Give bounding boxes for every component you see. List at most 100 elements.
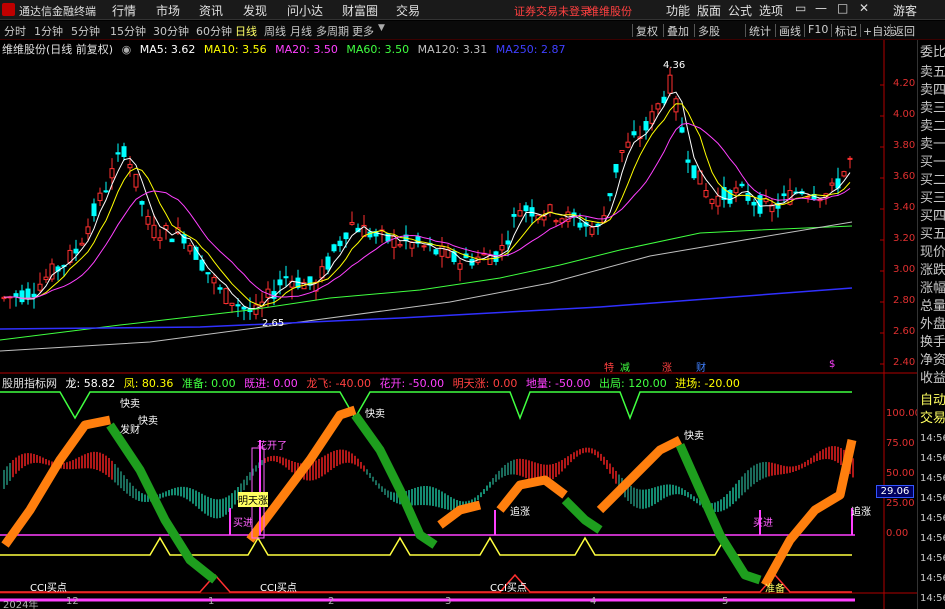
menu-gongneng[interactable]: 功能 <box>666 2 690 19</box>
menu-faxian[interactable]: 发现 <box>243 2 267 19</box>
candle-body <box>751 201 757 206</box>
ma250-label: MA250: 2.87 <box>495 43 566 56</box>
toolbar-divider <box>775 24 776 37</box>
ind-feng: 凤: 80.36 <box>123 377 174 390</box>
auto-trade-label[interactable]: 自动 <box>920 394 945 408</box>
candle-body <box>577 222 583 228</box>
kline-chart[interactable] <box>0 40 917 609</box>
signal-cci-buy: CCI买点 <box>30 583 67 594</box>
ind-tick: 75.00 <box>886 438 915 449</box>
huaxian-button[interactable]: 画线 <box>779 23 801 39</box>
candle-body <box>589 226 595 235</box>
period-30min[interactable]: 30分钟 <box>153 23 189 39</box>
restore-icon[interactable]: — <box>815 1 827 15</box>
duogu-button[interactable]: 多股 <box>698 23 720 39</box>
x-tick: 2 <box>328 596 335 607</box>
menu-caifuquan[interactable]: 财富圈 <box>342 2 378 19</box>
quote-volume: 总量 <box>920 299 945 314</box>
event-marker-te[interactable]: 特 <box>604 359 614 374</box>
candle-body <box>709 198 715 204</box>
menu-hangqing[interactable]: 行情 <box>112 2 136 19</box>
candle-body <box>205 272 211 275</box>
ma10-label: MA10: 3.56 <box>203 43 267 56</box>
signal-kuaimai: 快卖 <box>120 399 140 410</box>
period-multi[interactable]: 多周期 <box>316 23 349 39</box>
candle-body <box>199 259 205 271</box>
signal-zhunbei: 准备 <box>765 584 785 595</box>
period-monthly[interactable]: 月线 <box>290 23 312 39</box>
menu-zixun[interactable]: 资讯 <box>199 2 223 19</box>
period-fenshi[interactable]: 分时 <box>4 23 26 39</box>
indicator-current-value: 29.06 <box>876 485 914 498</box>
signal-cci-buy: CCI买点 <box>260 583 297 594</box>
candle-body <box>43 276 49 281</box>
signal-zhuizhang: 追涨 <box>510 507 530 518</box>
signal-facai: 发财 <box>120 425 140 436</box>
price-tick: 2.60 <box>893 326 916 337</box>
close-icon[interactable]: ✕ <box>859 1 869 15</box>
period-5min[interactable]: 5分钟 <box>71 23 100 39</box>
trade-login-notice[interactable]: 证券交易未登录 <box>514 3 591 19</box>
event-marker-dollar[interactable]: $ <box>829 359 835 370</box>
trade-label[interactable]: 交易 <box>920 412 945 426</box>
toolbar-divider <box>632 24 633 37</box>
chart-area[interactable] <box>0 40 917 609</box>
event-marker-zhang[interactable]: 涨 <box>662 359 672 374</box>
candle-body <box>649 111 655 124</box>
indicator-legend: 股朋指标网 龙: 58.82 凤: 80.36 准备: 0.00 既进: 0.0… <box>2 375 745 391</box>
candle-body <box>127 163 133 169</box>
candle-body <box>499 245 505 251</box>
time-label: 14:56 <box>920 553 945 564</box>
candle-body <box>25 288 31 300</box>
toolbar-divider <box>890 24 891 37</box>
f10-button[interactable]: F10 <box>808 23 828 36</box>
menu-xuanxiang[interactable]: 选项 <box>759 2 783 19</box>
x-tick: 3 <box>445 596 452 607</box>
menu-gongshi[interactable]: 公式 <box>728 2 752 19</box>
biaoji-button[interactable]: 标记 <box>835 23 857 39</box>
menu-wenxiaoda[interactable]: 问小达 <box>287 2 323 19</box>
guest-label[interactable]: 游客 <box>893 2 917 19</box>
period-more[interactable]: 更多 <box>352 23 374 39</box>
period-1min[interactable]: 1分钟 <box>34 23 63 39</box>
tongji-button[interactable]: 统计 <box>749 23 771 39</box>
legend-gear-icon[interactable]: ◉ <box>122 43 132 56</box>
diejia-button[interactable]: 叠加 <box>667 23 689 39</box>
candle-body <box>643 121 649 131</box>
menu-jiaoyi[interactable]: 交易 <box>396 2 420 19</box>
candle-body <box>409 241 415 249</box>
current-stock-name: 维维股份 <box>588 5 632 18</box>
period-15min[interactable]: 15分钟 <box>110 23 146 39</box>
candle-body <box>19 290 25 303</box>
title-bar: 通达信金融终端 行情 市场 资讯 发现 问小达 财富圈 交易 证券交易未登录 维… <box>0 0 945 20</box>
ind-jijin: 既进: 0.00 <box>244 377 298 390</box>
menu-banmian[interactable]: 版面 <box>697 2 721 19</box>
candle-body <box>679 127 685 133</box>
event-marker-cai[interactable]: 财 <box>696 359 706 374</box>
quote-change: 涨跌 <box>920 263 945 278</box>
period-weekly[interactable]: 周线 <box>264 23 286 39</box>
maximize-icon[interactable]: □ <box>837 1 848 15</box>
indicator-name[interactable]: 股朋指标网 <box>2 375 57 391</box>
candle-body <box>661 96 667 104</box>
period-60min[interactable]: 60分钟 <box>196 23 232 39</box>
quote-buy5: 买五 <box>920 227 945 242</box>
candle-body <box>235 304 241 307</box>
x-tick: 1 <box>208 596 215 607</box>
candle-body <box>667 74 673 94</box>
quote-sell4: 卖四 <box>920 83 945 98</box>
candle-body <box>655 103 661 110</box>
menu-shichang[interactable]: 市场 <box>156 2 180 19</box>
candle-body <box>79 242 85 246</box>
candle-body <box>517 210 523 217</box>
period-daily[interactable]: 日线 <box>235 23 257 39</box>
candle-body <box>781 193 787 197</box>
minimize-icon[interactable]: ▭ <box>795 1 806 15</box>
ind-diliang: 地量: -50.00 <box>525 377 591 390</box>
event-marker-jian[interactable]: 减 <box>620 359 630 374</box>
fuquan-button[interactable]: 复权 <box>636 23 658 39</box>
chevron-down-icon[interactable]: ▼ <box>378 23 385 33</box>
back-button[interactable]: 返回 <box>893 23 915 39</box>
candle-body <box>745 192 751 201</box>
candle-body <box>547 204 553 213</box>
